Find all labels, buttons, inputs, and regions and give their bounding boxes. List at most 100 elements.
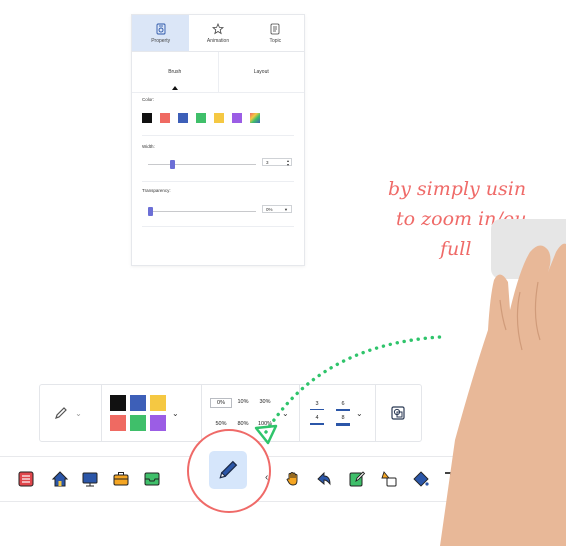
shape-group[interactable] (376, 385, 420, 441)
transparency-value: 0% (266, 206, 273, 212)
width-slider-knob[interactable] (169, 160, 175, 169)
shapes-tool[interactable] (378, 468, 400, 490)
animation-star-icon (211, 22, 224, 34)
swatch-yellow[interactable] (214, 113, 224, 123)
percent-option[interactable]: 10% (232, 398, 254, 406)
width-value: 3 (266, 159, 269, 165)
annotation-line-1: by simply usin (388, 178, 527, 200)
screen-tool[interactable] (79, 468, 101, 490)
transparency-slider-knob[interactable] (148, 207, 153, 216)
panel-subtabs: Brush Layout (132, 52, 304, 93)
width-option-label: 3 (315, 400, 319, 407)
briefcase-tool[interactable] (110, 468, 132, 490)
list-icon (18, 471, 34, 487)
width-label: Width: (142, 144, 155, 149)
edit-note-icon (349, 471, 366, 487)
percent-option[interactable]: 100% (254, 420, 276, 428)
list-tool[interactable] (15, 468, 37, 490)
percent-option[interactable]: 30% (254, 398, 276, 406)
width-option-label: 8 (341, 414, 345, 421)
text-icon (445, 472, 457, 486)
width-option[interactable]: 8 (336, 415, 350, 426)
home-tool[interactable] (49, 468, 71, 490)
width-line (336, 408, 350, 411)
chevron-down-icon[interactable]: ⌄ (282, 409, 289, 418)
chevron-down-icon[interactable]: ⌄ (172, 409, 179, 418)
transparency-select[interactable]: 0% ▼ (262, 205, 292, 213)
hand-tool[interactable] (282, 468, 304, 490)
width-option[interactable]: 4 (310, 415, 324, 426)
width-option[interactable]: 6 (336, 401, 350, 411)
property-panel: Property Animation Topic Brush Layout Co… (131, 14, 305, 266)
fill-tool[interactable] (410, 468, 432, 490)
tab-topic[interactable]: Topic (247, 15, 304, 51)
percent-options: 0% 10% 30% 50% 80% 100% (210, 398, 276, 428)
hand-icon (286, 472, 298, 486)
undo-tool[interactable] (313, 468, 335, 490)
width-slider-track[interactable] (148, 164, 256, 165)
chevron-left-icon: ‹ (265, 472, 269, 483)
percent-option[interactable]: 50% (210, 420, 232, 428)
swatch-yellow[interactable] (150, 395, 166, 411)
swatch-purple[interactable] (232, 113, 242, 123)
property-icon (156, 23, 166, 34)
panel-tabs: Property Animation Topic (132, 15, 304, 52)
tab-animation[interactable]: Animation (189, 15, 246, 51)
swatch-green[interactable] (130, 415, 146, 431)
width-line (310, 408, 324, 410)
swatch-purple[interactable] (150, 415, 166, 431)
edit-note-tool[interactable] (346, 468, 368, 490)
subtab-layout[interactable]: Layout (217, 52, 305, 92)
width-option[interactable]: 3 (310, 401, 324, 411)
width-line (336, 422, 350, 426)
percent-option[interactable]: 80% (232, 420, 254, 428)
fill-icon (413, 471, 429, 487)
swatch-red[interactable] (110, 415, 126, 431)
width-line (310, 422, 324, 425)
swatch-green[interactable] (196, 113, 206, 123)
color-label: Color: (142, 97, 155, 102)
swatch-red[interactable] (160, 113, 170, 123)
main-toolbar: ··· (0, 456, 566, 502)
tab-animation-label: Animation (206, 37, 230, 44)
more-button[interactable]: ··· (540, 469, 557, 485)
screen-icon (82, 472, 98, 487)
swatch-black[interactable] (142, 113, 152, 123)
divider (142, 135, 294, 136)
color-group: ⌄ (102, 385, 202, 441)
briefcase-icon (113, 472, 129, 486)
color-swatches (142, 113, 260, 123)
tray-icon (144, 472, 160, 486)
tab-property[interactable]: Property (132, 15, 190, 51)
width-group: 3 6 4 8 ⌄ (300, 385, 376, 441)
chevron-down-icon[interactable]: ⌄ (356, 409, 363, 418)
chevron-down-icon: ⌄ (75, 408, 82, 418)
pen-icon (219, 460, 238, 479)
swatch-black[interactable] (110, 395, 126, 411)
tab-property-label: Property (151, 37, 171, 44)
swatch-multicolor[interactable] (250, 113, 260, 123)
transparency-label: Transparency: (142, 188, 171, 193)
percent-option[interactable]: 0% (210, 398, 232, 408)
width-stepper-icon[interactable]: ▴ ▾ (287, 159, 289, 167)
tray-tool[interactable] (141, 468, 163, 490)
active-subtab-caret (172, 86, 178, 90)
swatch-blue[interactable] (178, 113, 188, 123)
width-option-label: 6 (341, 400, 345, 407)
tab-topic-label: Topic (269, 37, 282, 44)
toolbar-color-swatches (110, 395, 166, 431)
topic-doc-icon (270, 23, 280, 34)
shape-overlay-icon (391, 406, 405, 420)
divider (142, 181, 294, 182)
width-input[interactable]: 3 ▴ ▾ (262, 158, 292, 167)
annotation-line-2: to zoom in/ou (396, 208, 527, 230)
shapes-icon (381, 471, 397, 487)
pen-type-group[interactable]: ⌄ (40, 385, 102, 441)
transparency-slider-track[interactable] (148, 211, 256, 212)
undo-arrow-icon (317, 471, 331, 486)
pen-tool-selected[interactable] (209, 451, 247, 489)
swatch-blue[interactable] (130, 395, 146, 411)
chevron-down-icon: ▼ (284, 206, 288, 212)
pen-icon (55, 407, 67, 419)
text-tool[interactable] (440, 468, 462, 490)
